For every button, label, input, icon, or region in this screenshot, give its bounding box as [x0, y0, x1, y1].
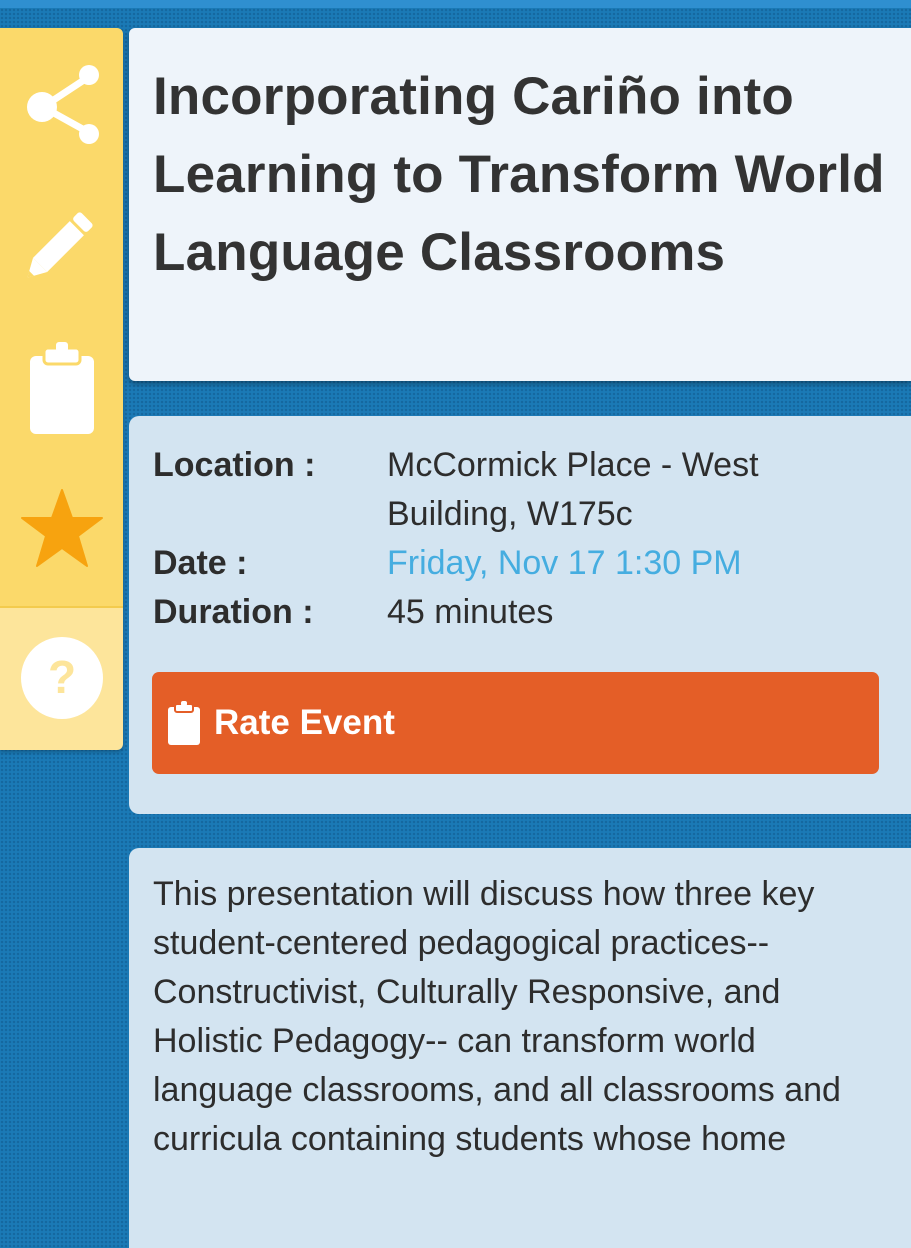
- duration-row: Duration : 45 minutes: [153, 588, 893, 637]
- notes-button[interactable]: [0, 333, 123, 443]
- clipboard-icon: [168, 700, 202, 746]
- rate-event-label: Rate Event: [214, 703, 395, 742]
- top-strip: [0, 0, 911, 8]
- svg-text:?: ?: [47, 651, 75, 703]
- pencil-icon: [25, 207, 99, 279]
- sidebar-help: ?: [0, 606, 123, 750]
- date-row: Date : Friday, Nov 17 1:30 PM: [153, 539, 893, 588]
- session-description: This presentation will discuss how three…: [153, 875, 841, 1158]
- favorite-button[interactable]: [0, 473, 123, 583]
- sidebar-toolbar: ?: [0, 28, 123, 750]
- session-description-card: This presentation will discuss how three…: [129, 848, 911, 1248]
- date-label: Date :: [153, 544, 248, 582]
- help-icon: ?: [20, 636, 104, 720]
- sidebar-actions: [0, 28, 123, 606]
- session-details-card: Location : McCormick Place - West Buildi…: [129, 416, 911, 814]
- location-label: Location :: [153, 446, 316, 484]
- duration-value: 45 minutes: [387, 593, 554, 631]
- rate-event-button[interactable]: Rate Event: [152, 672, 879, 774]
- help-button[interactable]: ?: [0, 608, 123, 748]
- share-button[interactable]: [0, 50, 123, 160]
- share-icon: [22, 64, 102, 146]
- location-value: McCormick Place - West Building, W175c: [387, 446, 759, 533]
- edit-button[interactable]: [0, 188, 123, 298]
- clipboard-icon: [29, 342, 94, 434]
- session-title: Incorporating Cariño into Learning to Tr…: [153, 67, 885, 282]
- date-link[interactable]: Friday, Nov 17 1:30 PM: [387, 539, 857, 588]
- session-title-card: Incorporating Cariño into Learning to Tr…: [129, 28, 911, 381]
- duration-label: Duration :: [153, 593, 314, 631]
- location-row: Location : McCormick Place - West Buildi…: [153, 441, 893, 539]
- star-icon: [20, 488, 104, 568]
